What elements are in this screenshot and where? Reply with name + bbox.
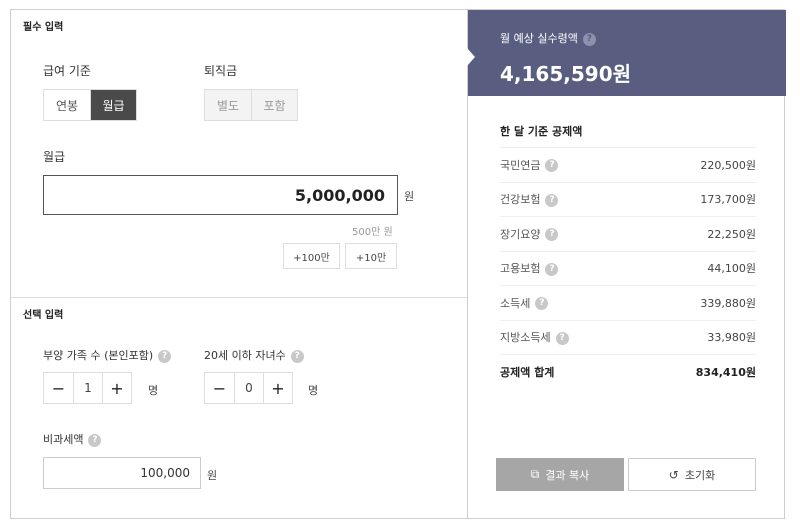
help-icon[interactable]: ? <box>545 262 559 276</box>
deduction-value: 173,700원 <box>700 193 756 207</box>
nontax-label-text: 비과세액 <box>43 433 84 446</box>
pay-basis-toggle: 연봉 월급 <box>43 89 137 121</box>
deduction-name: 소득세 <box>500 296 531 310</box>
result-header: 월 예상 실수령액? 4,165,590원 <box>467 10 786 96</box>
deduction-row-income-tax: 소득세? 339,880원 <box>500 285 756 320</box>
deduction-value: 33,980원 <box>707 331 756 345</box>
pay-basis-monthly-option[interactable]: 월급 <box>90 90 136 120</box>
help-icon[interactable]: ? <box>545 228 559 242</box>
dependents-increment-button[interactable]: + <box>102 373 131 403</box>
copy-result-button[interactable]: ⧉ 결과 복사 <box>496 458 624 491</box>
deduction-value: 22,250원 <box>707 227 756 241</box>
nontax-input[interactable]: 100,000 <box>43 457 201 489</box>
children-unit: 명 <box>308 384 319 397</box>
dependents-stepper: − 1 + <box>43 372 132 404</box>
result-panel: 월 예상 실수령액? 4,165,590원 한 달 기준 공제액 국민연금? 2… <box>467 10 786 518</box>
deduction-total-label: 공제액 합계 <box>500 365 555 379</box>
dependents-decrement-button[interactable]: − <box>44 373 73 403</box>
section-divider <box>11 297 467 298</box>
salary-label: 월급 <box>43 150 66 164</box>
children-label-text: 20세 이하 자녀수 <box>204 349 286 362</box>
result-title: 월 예상 실수령액? <box>500 30 596 46</box>
deduction-name: 지방소득세 <box>500 331 551 345</box>
deduction-row-health-insurance: 건강보험? 173,700원 <box>500 181 756 217</box>
severance-separate-option[interactable]: 별도 <box>205 90 251 120</box>
dependents-unit: 명 <box>148 384 159 397</box>
help-icon[interactable]: ? <box>535 297 549 311</box>
help-icon[interactable]: ? <box>158 349 172 363</box>
pay-basis-label: 급여 기준 <box>43 64 91 78</box>
input-panel: 필수 입력 급여 기준 연봉 월급 퇴직금 별도 포함 월급 5,000,000… <box>11 10 467 518</box>
help-icon[interactable]: ? <box>545 193 559 207</box>
deduction-row-national-pension: 국민연금? 220,500원 <box>500 147 756 182</box>
copy-result-label: 결과 복사 <box>545 468 590 482</box>
children-label: 20세 이하 자녀수? <box>204 347 304 363</box>
deduction-value: 339,880원 <box>700 296 756 310</box>
required-section-title: 필수 입력 <box>23 22 64 33</box>
dependents-label-text: 부양 가족 수 (본인포함) <box>43 349 154 362</box>
pay-basis-annual-option[interactable]: 연봉 <box>44 90 90 120</box>
salary-calculator: 필수 입력 급여 기준 연봉 월급 퇴직금 별도 포함 월급 5,000,000… <box>10 9 786 519</box>
header-pointer <box>467 48 475 66</box>
deduction-value: 44,100원 <box>707 262 756 276</box>
add-100k-button[interactable]: +10만 <box>345 243 397 269</box>
help-icon[interactable]: ? <box>290 349 304 363</box>
deduction-value: 220,500원 <box>700 158 756 172</box>
reset-button[interactable]: ↺ 초기화 <box>628 458 756 491</box>
net-pay-amount: 4,165,590원 <box>500 62 632 86</box>
deduction-total-row: 공제액 합계 834,410원 <box>500 354 756 389</box>
severance-label: 퇴직금 <box>204 64 238 78</box>
help-icon[interactable]: ? <box>582 32 596 46</box>
deduction-name: 장기요양 <box>500 227 541 241</box>
nontax-unit: 원 <box>207 469 218 482</box>
deduction-row-local-income-tax: 지방소득세? 33,980원 <box>500 319 756 355</box>
deduction-title: 한 달 기준 공제액 <box>500 125 583 138</box>
reset-icon: ↺ <box>668 467 679 482</box>
severance-toggle: 별도 포함 <box>204 89 298 121</box>
add-1m-button[interactable]: +100만 <box>283 243 340 269</box>
salary-hint: 500만 원 <box>352 227 393 238</box>
severance-included-option[interactable]: 포함 <box>251 90 297 120</box>
deduction-list: 국민연금? 220,500원 건강보험? 173,700원 장기요양? 22,2… <box>500 147 756 389</box>
children-stepper: − 0 + <box>204 372 293 404</box>
copy-icon: ⧉ <box>530 467 540 481</box>
children-decrement-button[interactable]: − <box>205 373 234 403</box>
deduction-name: 고용보험 <box>500 262 541 276</box>
children-value[interactable]: 0 <box>234 373 263 403</box>
help-icon[interactable]: ? <box>545 159 559 173</box>
help-icon[interactable]: ? <box>555 331 569 345</box>
deduction-name: 건강보험 <box>500 193 541 207</box>
result-title-text: 월 예상 실수령액 <box>500 32 578 45</box>
nontax-label: 비과세액? <box>43 431 102 447</box>
dependents-label: 부양 가족 수 (본인포함)? <box>43 347 172 363</box>
deduction-name: 국민연금 <box>500 158 541 172</box>
help-icon[interactable]: ? <box>88 433 102 447</box>
children-increment-button[interactable]: + <box>263 373 292 403</box>
salary-input[interactable]: 5,000,000 <box>43 175 398 215</box>
reset-label: 초기화 <box>684 468 716 482</box>
optional-section-title: 선택 입력 <box>23 310 64 321</box>
deduction-row-employment-insurance: 고용보험? 44,100원 <box>500 250 756 286</box>
salary-unit: 원 <box>404 190 415 203</box>
dependents-value[interactable]: 1 <box>73 373 102 403</box>
deduction-total-value: 834,410원 <box>695 365 756 379</box>
deduction-row-long-term-care: 장기요양? 22,250원 <box>500 216 756 251</box>
